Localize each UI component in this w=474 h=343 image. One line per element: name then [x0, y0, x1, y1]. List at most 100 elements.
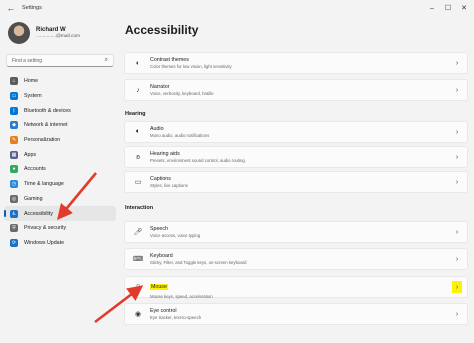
sidebar-item-label: Accounts [24, 166, 46, 173]
narrator-icon: ♪ [136, 86, 140, 94]
card-mouse[interactable]: ▯ Mouse Mouse keys, speed, acceleration … [124, 276, 468, 299]
sidebar-item-windows-update[interactable]: ⟳ Windows Update [4, 236, 116, 251]
sidebar-item-apps[interactable]: ▦ Apps [4, 147, 116, 162]
time-language-icon: ◷ [10, 180, 18, 189]
shield-icon: ⛨ [10, 224, 18, 233]
hearing-aids-icon: ʚ [136, 153, 140, 161]
card-title: Hearing aids [150, 151, 180, 157]
audio-icon: 🔈︎ [135, 128, 141, 135]
sidebar-item-label: Network & internet [24, 122, 68, 129]
card-title: Audio [150, 126, 164, 132]
sidebar-item-label: Privacy & security [24, 225, 67, 232]
card-desc: Mono audio, audio notifications [150, 133, 210, 138]
chevron-right-icon: › [455, 310, 459, 318]
chevron-right-icon: › [455, 178, 459, 186]
chevron-right-icon: › [455, 255, 459, 263]
card-desc: Sticky, Filter, and Toggle keys, on-scre… [150, 260, 247, 265]
network-icon: ◆ [10, 121, 18, 130]
personalization-icon: ✎ [10, 136, 18, 145]
maximize-icon[interactable]: ☐ [440, 2, 456, 14]
card-audio[interactable]: 🔈︎ Audio Mono audio, audio notifications… [124, 121, 468, 143]
sidebar-item-bluetooth-devices[interactable]: ᛒ Bluetooth & devices [4, 103, 116, 118]
bluetooth-icon: ᛒ [10, 106, 18, 115]
card-desc: Mouse keys, speed, acceleration [150, 294, 213, 299]
card-narrator[interactable]: ♪ Narrator Voice, verbosity, keyboard, b… [124, 79, 468, 101]
sidebar-item-label: Home [24, 78, 39, 85]
card-eye-control[interactable]: ◉ Eye control Eye tracker, text-to-speec… [124, 303, 468, 325]
card-title: Keyboard [150, 253, 173, 259]
close-icon[interactable]: ✕ [456, 2, 472, 14]
sidebar: Richard W ...............@mail.com Find … [0, 16, 120, 343]
avatar [8, 22, 30, 44]
chevron-right-icon: › [455, 59, 459, 67]
card-desc: Color themes for low vision, light sensi… [150, 64, 232, 69]
mouse-icon: ▯ [136, 284, 140, 291]
gaming-icon: ◎ [10, 194, 18, 203]
microphone-icon: 🎤︎ [133, 229, 143, 236]
back-arrow-icon[interactable]: ← [4, 1, 18, 15]
keyboard-icon: ⌨ [132, 256, 144, 263]
sidebar-item-label: Gaming [24, 195, 43, 202]
chevron-right-icon: › [452, 281, 462, 293]
section-heading-interaction: Interaction [125, 205, 154, 211]
sidebar-item-label: Time & language [24, 181, 64, 188]
sidebar-item-gaming[interactable]: ◎ Gaming [4, 192, 116, 207]
card-desc: Presets, environment sound control, audi… [150, 158, 245, 163]
sidebar-item-home[interactable]: ⌂ Home [4, 74, 116, 89]
card-title: Eye control [150, 308, 177, 314]
card-speech[interactable]: 🎤︎ Speech Voice access, voice typing › [124, 221, 468, 243]
section-heading-hearing: Hearing [125, 111, 146, 117]
sidebar-item-label: Personalization [24, 137, 61, 144]
search-icon: ⌕ [104, 57, 108, 63]
sidebar-item-system[interactable]: ▭ System [4, 89, 116, 104]
search-placeholder: Find a setting [12, 57, 43, 64]
window-controls: – ☐ ✕ [424, 2, 472, 14]
window-title: Settings [22, 5, 42, 11]
sidebar-item-label: Apps [24, 151, 37, 158]
sidebar-item-privacy-security[interactable]: ⛨ Privacy & security [4, 221, 116, 236]
card-title: Mouse [150, 284, 168, 290]
card-captions[interactable]: ▭ Captions Styles, live captions › [124, 171, 468, 193]
card-title: Speech [150, 226, 168, 232]
chevron-right-icon: › [455, 128, 459, 136]
card-contrast-themes[interactable]: ◐ Contrast themes Color themes for low v… [124, 52, 468, 74]
minimize-icon[interactable]: – [424, 2, 440, 14]
card-keyboard[interactable]: ⌨ Keyboard Sticky, Filter, and Toggle ke… [124, 248, 468, 270]
card-title: Contrast themes [150, 57, 189, 63]
page-title: Accessibility [125, 23, 199, 37]
sidebar-item-accounts[interactable]: ● Accounts [4, 162, 116, 177]
sidebar-item-time-language[interactable]: ◷ Time & language [4, 177, 116, 192]
accounts-icon: ● [10, 165, 18, 174]
chevron-right-icon: › [455, 86, 459, 94]
main-content: Accessibility ◐ Contrast themes Color th… [120, 16, 474, 343]
card-desc: Voice, verbosity, keyboard, braille [150, 91, 214, 96]
update-icon: ⟳ [10, 238, 18, 247]
nav-list: ⌂ Home ▭ System ᛒ Bluetooth & devices ◆ Network… [4, 74, 116, 250]
apps-icon: ▦ [10, 150, 18, 159]
sidebar-item-accessibility[interactable]: ♿︎ Accessibility [4, 206, 116, 221]
sidebar-item-label: Windows Update [24, 239, 65, 246]
profile-name: Richard W [36, 27, 66, 33]
sidebar-item-label: System [24, 93, 42, 100]
eye-icon: ◉ [134, 311, 142, 318]
card-desc: Styles, live captions [150, 183, 188, 188]
sidebar-item-personalization[interactable]: ✎ Personalization [4, 133, 116, 148]
system-icon: ▭ [10, 92, 18, 101]
captions-icon: ▭ [134, 179, 142, 186]
home-icon: ⌂ [10, 77, 18, 86]
card-title: Captions [150, 176, 171, 182]
profile[interactable]: Richard W ...............@mail.com [8, 22, 80, 44]
chevron-right-icon: › [455, 153, 459, 161]
card-desc: Eye tracker, text-to-speech [150, 315, 202, 320]
sidebar-item-label: Accessibility [24, 210, 53, 217]
title-bar: ← Settings – ☐ ✕ [0, 0, 474, 16]
contrast-icon: ◐ [135, 59, 141, 67]
chevron-right-icon: › [455, 228, 459, 236]
sidebar-item-label: Bluetooth & devices [24, 107, 71, 114]
sidebar-item-network-internet[interactable]: ◆ Network & internet [4, 118, 116, 133]
search-input[interactable]: Find a setting ⌕ [6, 54, 114, 67]
card-desc: Voice access, voice typing [150, 233, 201, 238]
card-hearing-aids[interactable]: ʚ Hearing aids Presets, environment soun… [124, 146, 468, 168]
profile-email: ...............@mail.com [36, 34, 81, 39]
card-title: Narrator [150, 84, 170, 90]
